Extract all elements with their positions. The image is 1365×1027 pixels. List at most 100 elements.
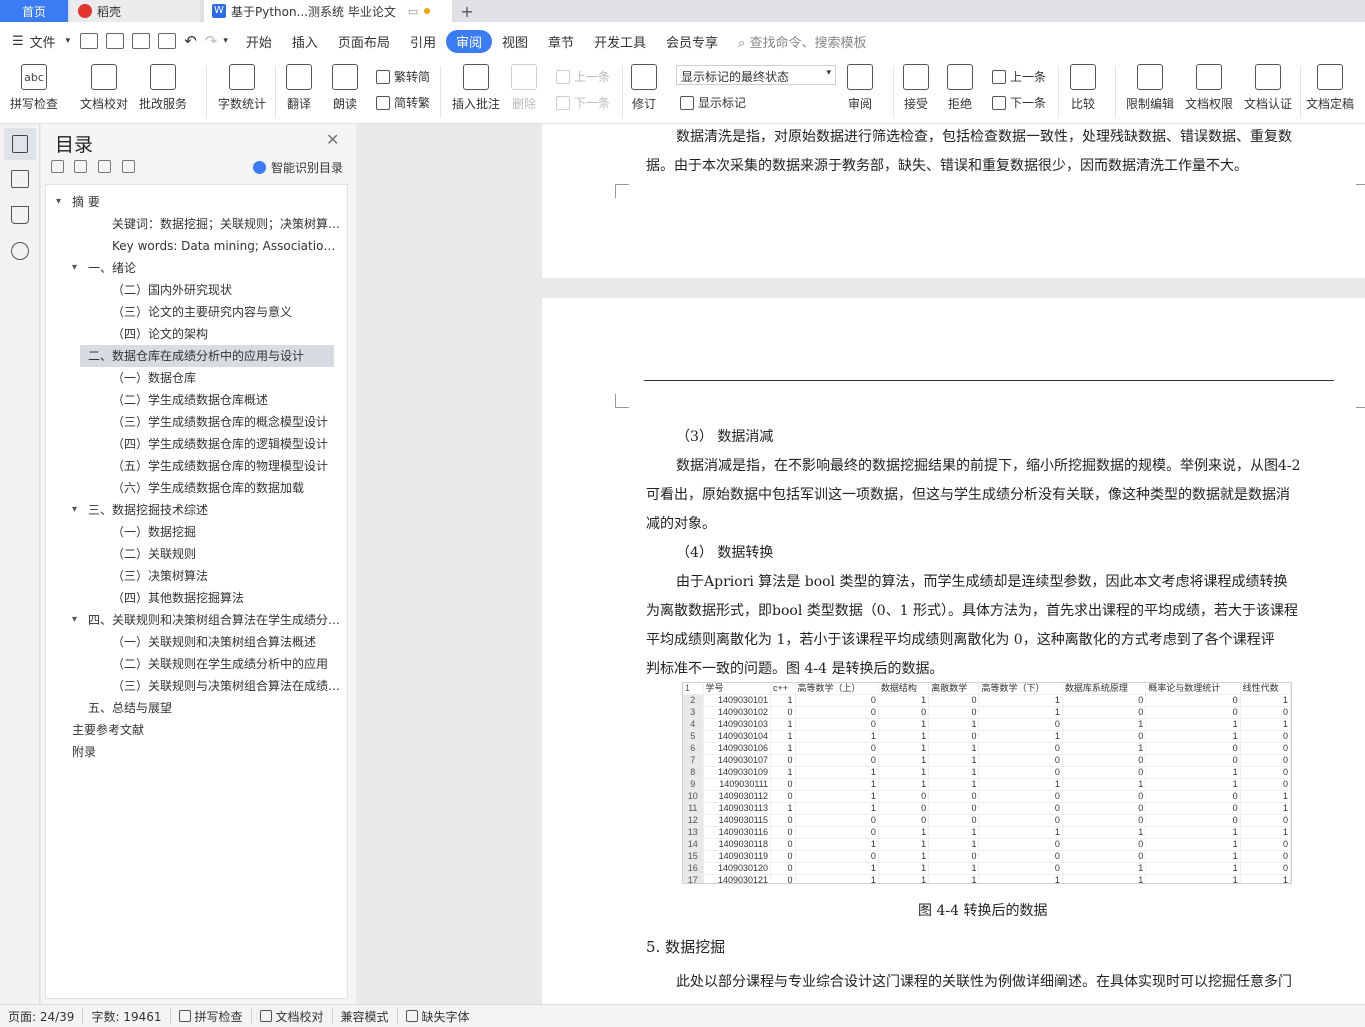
menu-layout[interactable]: 页面布局 (328, 32, 400, 51)
translate-button[interactable]: 翻译 (286, 64, 312, 112)
chevron-down-icon[interactable]: ▾ (72, 499, 77, 521)
delete-comment-button[interactable]: 删除 (511, 64, 537, 112)
menu-reference[interactable]: 引用 (400, 32, 446, 51)
toc-item[interactable]: （二）关联规则 (46, 543, 347, 565)
track-changes-button[interactable]: 修订 (631, 64, 657, 112)
compat-mode[interactable]: 兼容模式 (333, 1008, 397, 1025)
trad-simp-button-a[interactable]: 繁转简 (376, 68, 430, 85)
collapse-all-icon[interactable] (51, 160, 64, 173)
toc-item[interactable]: （一）数据仓库 (46, 367, 347, 389)
markup-state-select[interactable]: 显示标记的最终状态 ▾ (676, 65, 836, 85)
toc-item[interactable]: （四）其他数据挖掘算法 (46, 587, 347, 609)
close-icon[interactable]: ✕ (326, 130, 339, 149)
table-cell: 0 (1062, 730, 1147, 744)
command-search[interactable]: ⌕ 查找命令、搜索模板 (738, 32, 866, 51)
bookmark-icon[interactable] (11, 206, 29, 224)
toc-item[interactable]: （二）国内外研究现状 (46, 279, 347, 301)
toc-item[interactable]: ▾ 四、关联规则和决策树组合算法在学生成绩分析中的应用 (46, 609, 347, 631)
menu-insert[interactable]: 插入 (282, 32, 328, 51)
export-pdf-icon[interactable] (106, 33, 125, 49)
tab-daoke[interactable]: 稻壳 (70, 0, 200, 22)
toc-panel-button[interactable] (4, 128, 36, 160)
new-tab-button[interactable]: + (452, 0, 482, 22)
toc-item[interactable]: 附录 (46, 741, 347, 763)
menu-view[interactable]: 视图 (492, 32, 538, 51)
spellcheck-button[interactable]: abc 拼写检查 (10, 64, 58, 112)
print-preview-icon[interactable] (158, 33, 177, 49)
reject-button[interactable]: 拒绝 (947, 64, 973, 112)
toc-item[interactable]: Key words: Data mining; Association rule… (46, 235, 347, 257)
doc-cert-button[interactable]: 文档认证 (1244, 64, 1292, 112)
save-icon[interactable] (80, 33, 99, 49)
toc-item[interactable]: 五、总结与展望 (46, 697, 347, 719)
toc-item[interactable]: （一）数据挖掘 (46, 521, 347, 543)
toc-item[interactable]: （二）学生成绩数据仓库概述 (46, 389, 347, 411)
show-markup-button[interactable]: 显示标记 (680, 94, 746, 111)
smart-toc-button[interactable]: 智能识别目录 (253, 159, 343, 176)
redo-icon[interactable]: ↷ (201, 32, 222, 50)
trad-simp-button-b[interactable]: 简转繁 (376, 94, 430, 111)
review-pane-button[interactable]: 审阅 (847, 64, 873, 112)
menu-member[interactable]: 会员专享 (656, 32, 728, 51)
compare-button[interactable]: 比较 (1070, 64, 1096, 112)
toc-item[interactable]: （三）论文的主要研究内容与意义 (46, 301, 347, 323)
doc-permission-button[interactable]: 文档权限 (1185, 64, 1233, 112)
chevron-down-icon[interactable]: ▾ (72, 609, 77, 631)
toc-item[interactable]: （一）关联规则和决策树组合算法概述 (46, 631, 347, 653)
correction-service-button[interactable]: 批改服务 (139, 64, 187, 112)
page-count[interactable]: 页面: 24/39 (0, 1008, 82, 1025)
expand-all-icon[interactable] (74, 160, 87, 173)
quick-access-chevron-icon[interactable]: ▾ (221, 36, 236, 46)
toc-item[interactable]: 关键词：数据挖掘；关联规则；决策树算法；成绩分析 (46, 213, 347, 235)
toc-item[interactable]: （三）决策树算法 (46, 565, 347, 587)
prev-change-button[interactable]: 上一条 (992, 68, 1046, 85)
search-icon[interactable] (11, 242, 29, 260)
insert-comment-button[interactable]: 插入批注 (452, 64, 500, 112)
tab-home[interactable]: 首页 (0, 0, 68, 22)
status-spellcheck[interactable]: 拼写检查 (171, 1008, 251, 1025)
table-cell: 0 (928, 850, 980, 864)
toc-item[interactable]: （五）学生成绩数据仓库的物理模型设计 (46, 455, 347, 477)
next-comment-button[interactable]: 下一条 (556, 94, 610, 111)
toc-item[interactable]: （四）学生成绩数据仓库的逻辑模型设计 (46, 433, 347, 455)
read-aloud-button[interactable]: 朗读 (332, 64, 358, 112)
undo-icon[interactable]: ↶ (180, 32, 201, 50)
chevron-down-icon[interactable]: ▾ (66, 36, 77, 46)
table-row: 14 1409030118 0 1 1 1 0 0 1 0 (683, 838, 1291, 852)
restrict-edit-button[interactable]: 限制编辑 (1126, 64, 1174, 112)
navigation-icon[interactable] (11, 170, 29, 188)
word-count-icon (229, 64, 255, 90)
menu-chapter[interactable]: 章节 (538, 32, 584, 51)
toc-item[interactable]: ▾二、数据仓库在成绩分析中的应用与设计 (80, 345, 334, 367)
toc-item[interactable]: （三）学生成绩数据仓库的概念模型设计 (46, 411, 347, 433)
remove-heading-icon[interactable] (122, 160, 135, 173)
prev-comment-button[interactable]: 上一条 (556, 68, 610, 85)
menu-review[interactable]: 审阅 (445, 29, 492, 53)
missing-font[interactable]: 缺失字体 (398, 1008, 478, 1025)
print-icon[interactable] (132, 33, 151, 49)
menu-start[interactable]: 开始 (236, 32, 282, 51)
next-change-button[interactable]: 下一条 (992, 94, 1046, 111)
menu-devtools[interactable]: 开发工具 (584, 32, 656, 51)
menu-file[interactable]: 文件 (26, 32, 66, 51)
toc-item[interactable]: （三）关联规则与决策树组合算法在成绩分析中的应用 (46, 675, 347, 697)
add-heading-icon[interactable] (98, 160, 111, 173)
toc-item[interactable]: 主要参考文献 (46, 719, 347, 741)
toc-item[interactable]: （六）学生成绩数据仓库的数据加载 (46, 477, 347, 499)
tab-document[interactable]: W 基于Python...测系统 毕业论文 ▭ (204, 0, 452, 22)
toc-item[interactable]: （四）论文的架构 (46, 323, 347, 345)
word-count[interactable]: 字数: 19461 (83, 1008, 169, 1025)
status-proofread[interactable]: 文档校对 (252, 1008, 332, 1025)
doc-finalize-button[interactable]: 文档定稿 (1306, 64, 1354, 112)
chevron-down-icon[interactable]: ▾ (56, 191, 61, 213)
word-count-button[interactable]: 字数统计 (218, 64, 266, 112)
chevron-down-icon[interactable]: ▾ (72, 257, 77, 279)
toc-item[interactable]: ▾ 三、数据挖掘技术综述 (46, 499, 347, 521)
toc-item[interactable]: ▾ 摘 要 (46, 191, 347, 213)
table-cell: 1 (795, 766, 879, 780)
proofread-button[interactable]: 文档校对 (80, 64, 128, 112)
hamburger-icon[interactable]: ☰ (0, 34, 26, 49)
toc-item[interactable]: （二）关联规则在学生成绩分析中的应用 (46, 653, 347, 675)
accept-button[interactable]: 接受 (903, 64, 929, 112)
toc-item[interactable]: ▾ 一、绪论 (46, 257, 347, 279)
